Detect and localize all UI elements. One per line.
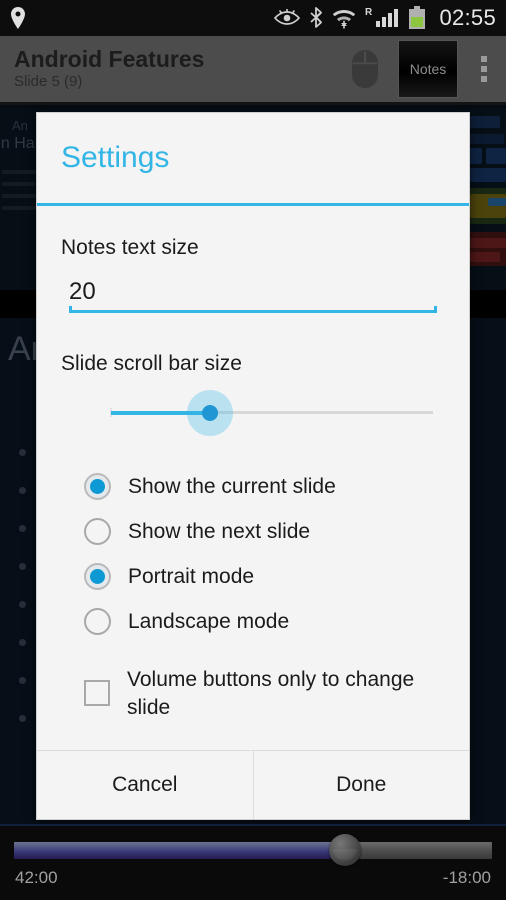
seek-bar-thumb[interactable]: [329, 834, 361, 866]
slide-bg-text-line: [2, 182, 35, 186]
slide-bg-bullet: [19, 677, 26, 684]
seek-bar[interactable]: [14, 842, 492, 859]
choice-row-landscape-mode[interactable]: Landscape mode: [61, 599, 445, 644]
location-pin-icon: [11, 7, 25, 29]
slide-bg-block: [470, 252, 500, 262]
scroll-bar-size-label: Slide scroll bar size: [61, 352, 242, 375]
remaining-time: -18:00: [442, 868, 491, 887]
cancel-button[interactable]: Cancel: [37, 751, 254, 819]
notes-text-size-field[interactable]: [69, 278, 437, 313]
eye-icon: [274, 9, 301, 25]
slide-bg-block: [470, 116, 500, 128]
notes-button[interactable]: Notes: [398, 40, 458, 98]
wifi-icon: [333, 10, 356, 29]
slide-bg-text-line: [2, 170, 38, 174]
action-bar: Android Features Slide 5 (9) Notes: [0, 36, 506, 105]
slide-bg-bullet: [19, 601, 26, 608]
settings-dialog: Settings Notes text size Slide scroll ba…: [36, 112, 470, 820]
choice-label: Show the next slide: [128, 519, 311, 543]
dialog-title: Settings: [61, 141, 170, 174]
slide-bg-block: [488, 198, 506, 206]
roaming-signal-icon: R: [365, 7, 399, 27]
choice-group: Show the current slide Show the next sli…: [61, 464, 445, 644]
phone-screen: An en Hand An: [0, 0, 506, 900]
action-bar-titles: Android Features Slide 5 (9): [0, 46, 336, 92]
slide-bg-text-line: [2, 194, 40, 198]
overflow-dot: [481, 76, 487, 82]
notes-button-label: Notes: [409, 61, 447, 77]
radio-landscape-mode[interactable]: [84, 608, 111, 635]
slide-bg-bullet: [19, 563, 26, 570]
volume-buttons-checkbox-row[interactable]: Volume buttons only to change slide: [61, 666, 445, 722]
mouse-pointer-icon: [352, 50, 378, 88]
bluetooth-icon: [310, 7, 323, 28]
slide-bg-bullet: [19, 639, 26, 646]
choice-label: Portrait mode: [128, 564, 255, 588]
player-bar: 42:00 -18:00: [0, 824, 506, 900]
slide-bg-bullet: [19, 487, 26, 494]
status-bar: R 02:55: [0, 0, 506, 36]
slider-thumb[interactable]: [202, 405, 218, 421]
done-button[interactable]: Done: [253, 751, 469, 819]
slide-bg-block: [470, 168, 506, 182]
elapsed-time: 42:00: [15, 868, 58, 887]
notes-text-size-label: Notes text size: [61, 236, 199, 259]
svg-text:R: R: [365, 7, 373, 18]
radio-show-next-slide[interactable]: [84, 518, 111, 545]
status-bar-clock: 02:55: [439, 5, 496, 30]
dialog-body: Notes text size Slide scroll bar size Sh…: [37, 206, 469, 750]
radio-portrait-mode[interactable]: [84, 563, 111, 590]
volume-buttons-checkbox[interactable]: [84, 680, 110, 706]
dialog-title-bar: Settings: [37, 113, 469, 206]
volume-buttons-checkbox-label: Volume buttons only to change slide: [127, 668, 415, 719]
choice-row-portrait-mode[interactable]: Portrait mode: [61, 554, 445, 599]
input-underline: [69, 306, 437, 313]
action-bar-actions: Notes: [336, 36, 506, 102]
status-bar-right: R 02:55: [274, 5, 496, 31]
overflow-dot: [481, 56, 487, 62]
choice-label: Show the current slide: [128, 474, 336, 498]
slide-bg-block: [470, 238, 506, 248]
slide-bg-text-line: [2, 206, 36, 210]
dialog-button-bar: Cancel Done: [37, 750, 469, 819]
scroll-bar-size-slider[interactable]: [61, 390, 445, 436]
slide-bg-block: [486, 148, 506, 164]
slide-bg-bullet: [19, 525, 26, 532]
slide-bg-bullet: [19, 449, 26, 456]
battery-icon: [409, 6, 426, 29]
overflow-dot: [481, 66, 487, 72]
status-bar-left: [10, 7, 274, 29]
choice-row-show-next-slide[interactable]: Show the next slide: [61, 509, 445, 554]
slide-bg-bullet: [19, 715, 26, 722]
overflow-menu-icon[interactable]: [462, 36, 506, 102]
slide-bg-title: An: [12, 118, 28, 133]
radio-show-current-slide[interactable]: [84, 473, 111, 500]
notes-text-size-input[interactable]: [69, 278, 437, 310]
pointer-mode-button[interactable]: [336, 36, 394, 102]
seek-bar-fill: [14, 842, 350, 859]
page-title: Android Features: [14, 46, 205, 72]
page-subtitle: Slide 5 (9): [14, 73, 83, 90]
choice-row-show-current-slide[interactable]: Show the current slide: [61, 464, 445, 509]
choice-label: Landscape mode: [128, 609, 290, 633]
